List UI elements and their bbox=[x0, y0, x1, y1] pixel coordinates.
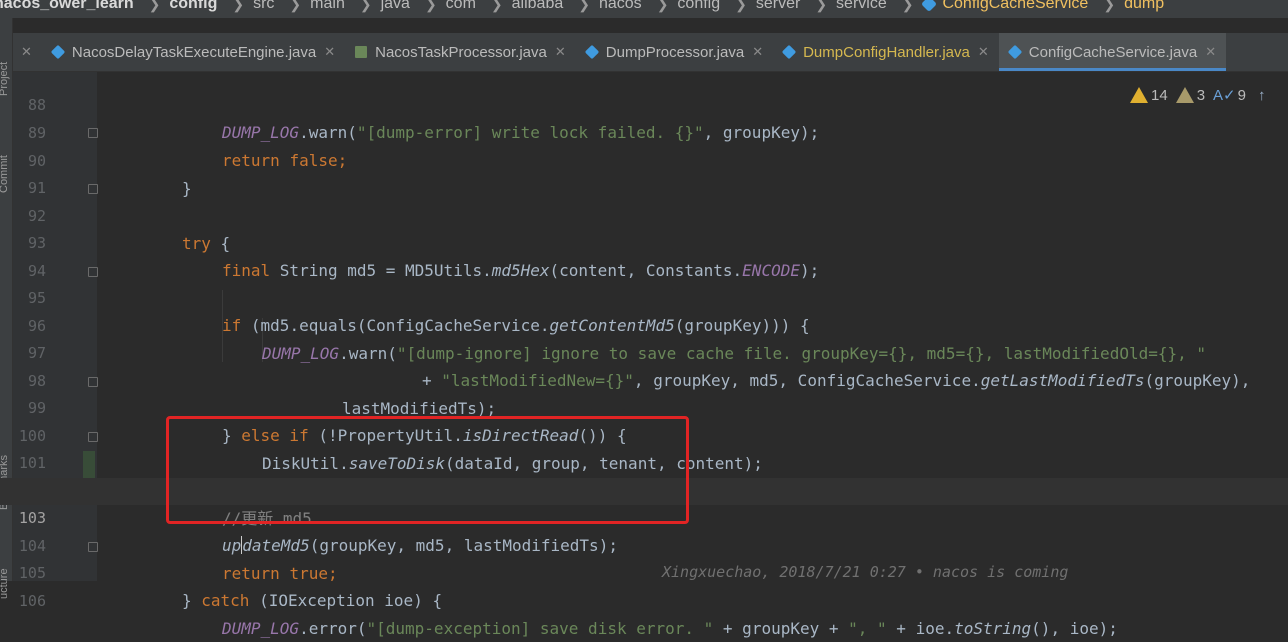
class-icon bbox=[584, 44, 599, 60]
code-line-97: 97 + "lastModifiedNew={}", groupKey, md5… bbox=[0, 313, 1288, 390]
breadcrumb-main[interactable]: main bbox=[310, 0, 345, 13]
code-line-88: 88 DUMP_LOG.warn("[dump-error] write loc… bbox=[0, 65, 1288, 142]
code-token: (), ioe); bbox=[1031, 619, 1118, 638]
warning-icon bbox=[1130, 87, 1148, 103]
code-token: + groupKey + bbox=[713, 619, 849, 638]
tab-label: NacosDelayTaskExecuteEngine.java bbox=[71, 43, 317, 61]
tab-label: ConfigCacheService.java bbox=[1028, 43, 1198, 61]
fold-marker[interactable] bbox=[88, 377, 98, 387]
class-icon bbox=[50, 44, 66, 60]
fold-marker[interactable] bbox=[88, 542, 98, 552]
class-icon bbox=[1007, 44, 1022, 60]
chevron-right-icon: ❯ bbox=[359, 0, 372, 12]
code-line-95: 95 if (md5.equals(ConfigCacheService.get… bbox=[0, 258, 1288, 335]
code-token: + ioe. bbox=[886, 619, 955, 638]
close-icon[interactable]: ✕ bbox=[324, 44, 335, 60]
breadcrumb-service[interactable]: service bbox=[836, 0, 887, 13]
code-line-89: 89 return false; bbox=[0, 93, 1288, 170]
warning-count: 14 bbox=[1151, 86, 1168, 104]
typo-count: 9 bbox=[1237, 86, 1246, 104]
breadcrumb-src[interactable]: src bbox=[253, 0, 274, 13]
chevron-right-icon: ❯ bbox=[578, 0, 590, 12]
chevron-right-icon: ❯ bbox=[815, 0, 828, 12]
breadcrumb-module[interactable]: config bbox=[169, 0, 217, 13]
typo-icon: A✓ bbox=[1213, 87, 1236, 104]
code-line-91: 91 bbox=[0, 148, 1288, 197]
close-icon[interactable]: ✕ bbox=[555, 44, 566, 60]
breadcrumb: nacos_ower_learn ❯ config ❯ src ❯ main ❯… bbox=[0, 0, 1288, 18]
breadcrumb-nacos[interactable]: nacos bbox=[599, 0, 642, 13]
breadcrumb-alibaba[interactable]: alibaba bbox=[512, 0, 564, 13]
fold-marker[interactable] bbox=[88, 128, 98, 138]
code-token: toString bbox=[954, 619, 1032, 638]
line-number: 106 bbox=[18, 592, 46, 610]
code-token: (IOException ioe) { bbox=[259, 591, 443, 610]
chevron-right-icon: ❯ bbox=[289, 0, 302, 12]
code-line-99: 99 } else if (!PropertyUtil.isDirectRead… bbox=[0, 368, 1288, 445]
code-line-106: 106 DUMP_LOG.error("[dump-exception] sav… bbox=[0, 561, 1288, 638]
breadcrumb-class[interactable]: ConfigCacheService bbox=[942, 0, 1088, 13]
code-token: ", " bbox=[848, 619, 887, 638]
fold-marker[interactable] bbox=[88, 184, 98, 194]
code-line-90: 90 } bbox=[0, 121, 1288, 198]
weak-warning-icon bbox=[1175, 87, 1194, 103]
class-icon bbox=[921, 0, 938, 12]
breadcrumb-java[interactable]: java bbox=[381, 0, 410, 13]
code-token: "[dump-exception] save disk error. " bbox=[366, 619, 714, 638]
tab-label: DumpProcessor.java bbox=[605, 43, 745, 61]
class-icon bbox=[781, 44, 797, 60]
highlight-annotation-box bbox=[166, 416, 689, 524]
breadcrumb-config[interactable]: config bbox=[677, 0, 720, 13]
code-line-93: 93 final String md5 = MD5Utils.md5Hex(co… bbox=[0, 203, 1288, 280]
code-token: catch bbox=[201, 591, 260, 610]
close-icon[interactable]: ✕ bbox=[21, 44, 32, 60]
chevron-right-icon: ❯ bbox=[490, 0, 503, 12]
chevron-right-icon: ❯ bbox=[735, 0, 747, 12]
close-icon[interactable]: ✕ bbox=[1205, 44, 1216, 60]
interface-icon bbox=[355, 46, 368, 58]
previous-highlight-icon[interactable]: ↑ bbox=[1258, 87, 1266, 104]
code-line-105: 105 } catch (IOException ioe) { bbox=[0, 533, 1288, 610]
fold-marker[interactable] bbox=[88, 432, 98, 442]
code-token: .error( bbox=[299, 619, 367, 638]
weak-warning-count: 3 bbox=[1196, 86, 1206, 104]
code-token: DUMP_LOG bbox=[222, 619, 300, 638]
code-line-96: 96 DUMP_LOG.warn("[dump-ignore] ignore t… bbox=[0, 286, 1288, 363]
breadcrumb-method[interactable]: dump bbox=[1124, 0, 1164, 13]
chevron-right-icon: ❯ bbox=[232, 0, 245, 12]
chevron-right-icon: ❯ bbox=[656, 0, 669, 12]
close-icon[interactable]: ✕ bbox=[752, 44, 763, 60]
chevron-right-icon: ❯ bbox=[148, 0, 161, 12]
breadcrumb-com[interactable]: com bbox=[446, 0, 476, 13]
close-icon[interactable]: ✕ bbox=[978, 44, 989, 60]
fold-marker[interactable] bbox=[88, 267, 98, 277]
tab-label: NacosTaskProcessor.java bbox=[375, 43, 547, 61]
code-line-94: 94 bbox=[0, 231, 1288, 280]
chevron-right-icon: ❯ bbox=[1103, 0, 1116, 12]
code-line-98: 98 lastModifiedTs); bbox=[0, 341, 1288, 418]
breadcrumb-project[interactable]: nacos_ower_learn bbox=[0, 0, 134, 13]
tab-label: DumpConfigHandler.java bbox=[803, 43, 970, 61]
code-token: } bbox=[182, 591, 202, 610]
code-line-92: 92 try { bbox=[0, 176, 1288, 253]
breadcrumb-server[interactable]: server bbox=[756, 0, 800, 13]
chevron-right-icon: ❯ bbox=[424, 0, 437, 12]
inspection-widget[interactable]: 14 3 A✓ 9 ↑ bbox=[1130, 86, 1265, 104]
chevron-right-icon: ❯ bbox=[901, 0, 914, 12]
